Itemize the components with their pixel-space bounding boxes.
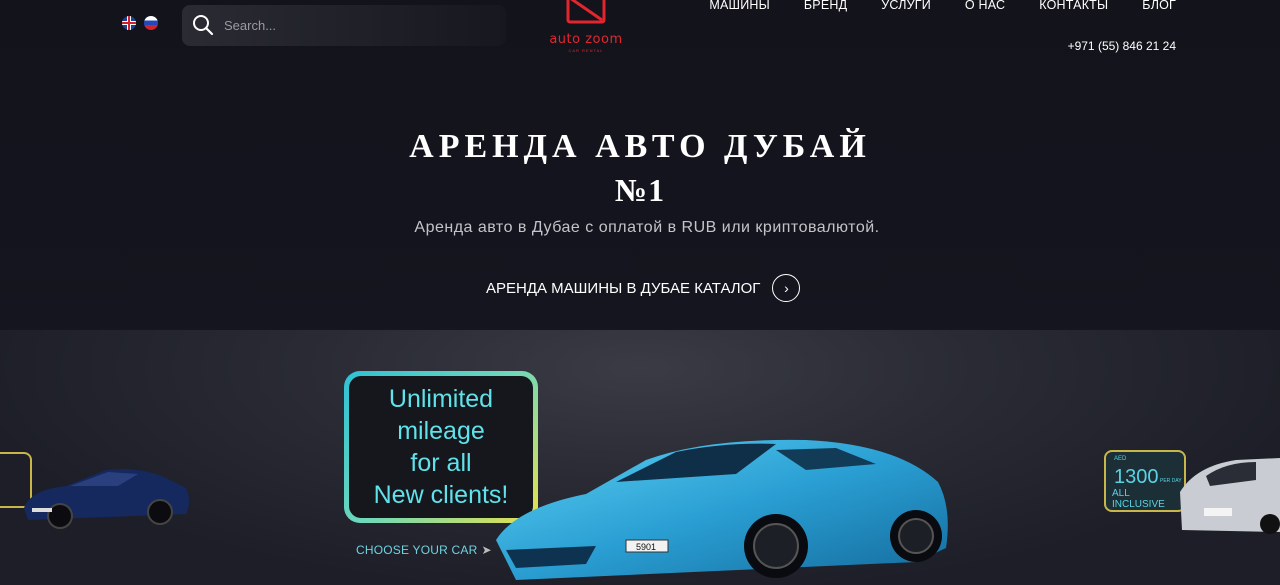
catalog-cta-label: АРЕНДА МАШИНЫ В ДУБАЕ КАТАЛОГ — [486, 279, 761, 297]
hero-subtitle: Аренда авто в Дубае с оплатой в RUB или … — [414, 219, 880, 236]
nav-item-about[interactable]: О НАС — [965, 0, 1005, 12]
promo-line: mileage — [397, 417, 485, 445]
nav-item-contacts[interactable]: КОНТАКТЫ — [1039, 0, 1108, 12]
hero-title-number: №1 — [614, 172, 666, 208]
catalog-cta-button[interactable]: АРЕНДА МАШИНЫ В ДУБАЕ КАТАЛОГ › — [486, 274, 801, 302]
logo-mark-icon — [566, 0, 606, 24]
choose-car-link[interactable]: CHOOSE YOUR CAR ➤ — [356, 543, 492, 557]
price-amount: 1300 — [1114, 466, 1159, 488]
nav-item-brand[interactable]: БРЕНД — [804, 0, 847, 12]
logo-brand-text: auto zoom — [549, 32, 623, 47]
search-box — [182, 5, 506, 46]
ru-flag-icon[interactable] — [144, 16, 158, 30]
logo[interactable]: auto zoom CAR RENTAL — [536, 0, 636, 56]
chevron-right-icon: › — [772, 274, 801, 302]
uk-flag-icon[interactable] — [122, 16, 136, 30]
search-icon[interactable] — [192, 14, 214, 36]
price-currency: AED — [1114, 456, 1127, 462]
sedan-car-image[interactable] — [1176, 452, 1280, 542]
main-nav: МАШИНЫ БРЕНД УСЛУГИ О НАС КОНТАКТЫ БЛОГ — [709, 0, 1176, 12]
promo-line: Unlimited — [388, 385, 494, 413]
logo-tagline: CAR RENTAL — [568, 48, 604, 53]
phone-number[interactable]: +971 (55) 846 21 24 — [1068, 39, 1176, 53]
nav-item-cars[interactable]: МАШИНЫ — [709, 0, 769, 12]
search-input[interactable] — [224, 5, 494, 46]
choose-car-label: CHOOSE YOUR CAR — [356, 543, 478, 557]
convertible-car-image[interactable] — [20, 456, 192, 536]
license-plate: 5901 — [636, 542, 656, 552]
nav-item-blog[interactable]: БЛОГ — [1142, 0, 1176, 12]
nav-item-services[interactable]: УСЛУГИ — [881, 0, 931, 12]
hero-title: АРЕНДА АВТО ДУБАЙ — [409, 128, 871, 165]
promo-line: for all — [410, 449, 472, 477]
sports-car-image[interactable]: 5901 — [476, 430, 956, 585]
price-badge[interactable]: AED 1300 PER DAY ALL INCLUSIVE — [1104, 450, 1186, 512]
price-note: ALL INCLUSIVE — [1112, 488, 1165, 510]
page: auto zoom CAR RENTAL МАШИНЫ БРЕНД УСЛУГИ… — [0, 0, 1280, 585]
